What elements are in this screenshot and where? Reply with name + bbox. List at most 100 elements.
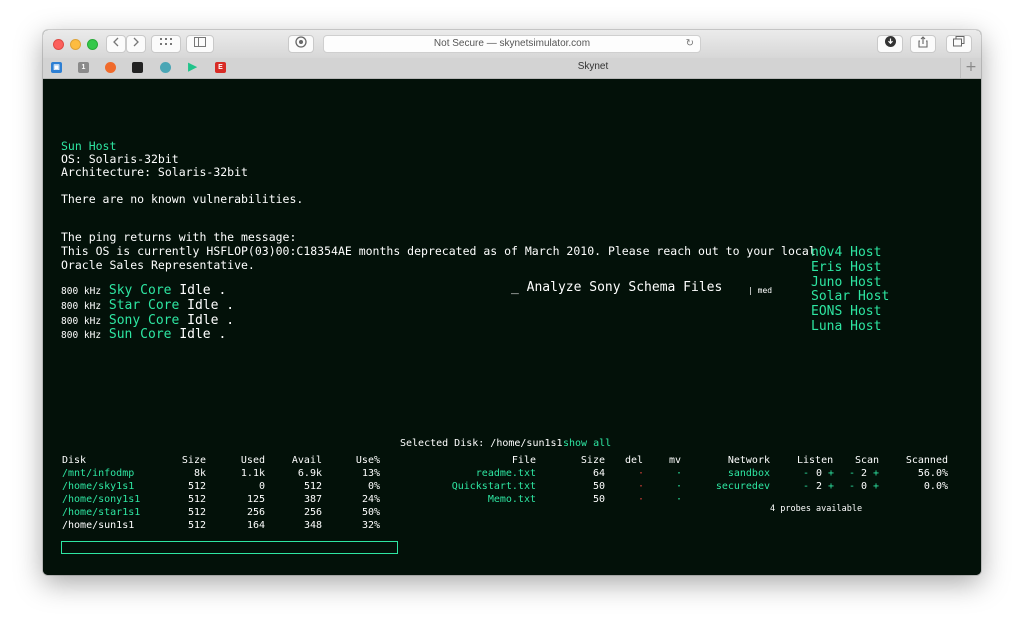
disk-header-size: Size xyxy=(181,455,206,466)
zoom-window-button[interactable] xyxy=(87,39,98,50)
core-frequency: 800 kHz xyxy=(61,330,102,341)
disk-usepct: 50% xyxy=(361,507,380,518)
tab-bar: ▣ 1 ▶ E Skynet + xyxy=(43,58,981,79)
network-header-scan: Scan xyxy=(855,455,880,466)
address-bar[interactable]: Not Secure — skynetsimulator.com ↻ xyxy=(323,35,701,53)
trello-favicon-icon[interactable]: ▣ xyxy=(51,62,62,73)
e-favicon-icon[interactable]: E xyxy=(215,62,226,73)
core-name-sun[interactable]: Sun Core xyxy=(109,327,172,342)
browser-window: Not Secure — skynetsimulator.com ↻ ▣ 1 ▶… xyxy=(43,30,981,575)
back-button[interactable] xyxy=(106,35,126,53)
sidebar-icon xyxy=(194,37,206,47)
core-name-sony[interactable]: Sony Core xyxy=(109,313,179,328)
password-button[interactable] xyxy=(288,35,314,53)
disk-avail: 387 xyxy=(303,494,322,505)
disk-usepct: 24% xyxy=(361,494,380,505)
sidebar-button[interactable] xyxy=(186,35,214,53)
disk-header-used: Used xyxy=(240,455,265,466)
disk-path[interactable]: /home/sky1s1 xyxy=(62,481,134,492)
tab-skynet[interactable]: Skynet xyxy=(243,61,943,72)
network-header-network: Network xyxy=(727,455,770,466)
forward-button[interactable] xyxy=(126,35,146,53)
host-link-juno[interactable]: Juno Host xyxy=(811,275,881,290)
orange-favicon-icon[interactable] xyxy=(105,62,116,73)
terminal-screen: Sun Host OS: Solaris-32bit Architecture:… xyxy=(43,79,981,575)
disk-path[interactable]: /mnt/infodmp xyxy=(62,468,134,479)
disk-avail: 6.9k xyxy=(297,468,322,479)
close-window-button[interactable] xyxy=(53,39,64,50)
disk-path[interactable]: /home/star1s1 xyxy=(62,507,140,518)
probes-available: 4 probes available xyxy=(770,504,863,514)
downloads-button[interactable] xyxy=(877,35,903,53)
listen-increase-button[interactable]: + xyxy=(828,468,834,479)
disk-avail: 256 xyxy=(303,507,322,518)
show-all-link[interactable]: show all xyxy=(563,438,611,449)
tabs-overview-button[interactable] xyxy=(946,35,972,53)
minimize-window-button[interactable] xyxy=(70,39,81,50)
core-status: Idle . xyxy=(179,327,227,342)
listen-increase-button[interactable]: + xyxy=(828,481,834,492)
ping-line-3: Oracle Sales Representative. xyxy=(61,258,255,272)
disk-header-avail: Avail xyxy=(291,455,322,466)
top-sites-button[interactable] xyxy=(151,35,181,53)
core-status: Idle . xyxy=(179,283,227,298)
scan-increase-button[interactable]: + xyxy=(873,468,879,479)
new-tab-button[interactable]: + xyxy=(960,58,981,78)
move-file-button[interactable]: · xyxy=(676,468,682,479)
grid-icon xyxy=(160,38,172,45)
reload-icon[interactable]: ↻ xyxy=(686,36,694,52)
core-name-sky[interactable]: Sky Core xyxy=(109,283,172,298)
host-link-n0v4[interactable]: n0v4 Host xyxy=(811,245,881,260)
disk-usepct: 32% xyxy=(361,520,380,531)
disk-size: 8k xyxy=(193,468,206,479)
host-link-eons[interactable]: EONS Host xyxy=(811,304,881,319)
disk-path[interactable]: /home/sun1s1 xyxy=(62,520,134,531)
scan-decrease-button[interactable]: - xyxy=(849,481,855,492)
avatar-favicon-icon[interactable] xyxy=(132,62,143,73)
file-header-size: Size xyxy=(580,455,605,466)
ping-line-2: This OS is currently HSFLOP(03)00:C18354… xyxy=(61,244,816,258)
move-file-button[interactable]: · xyxy=(676,494,682,505)
host-link-eris[interactable]: Eris Host xyxy=(811,260,881,275)
host-link-luna[interactable]: Luna Host xyxy=(811,319,881,334)
play-favicon-icon[interactable]: ▶ xyxy=(187,62,198,73)
file-name[interactable]: readme.txt xyxy=(476,468,536,479)
url-text: Not Secure — skynetsimulator.com xyxy=(433,38,591,49)
host-link-solar[interactable]: Solar Host xyxy=(811,289,889,304)
delete-file-button[interactable]: · xyxy=(638,468,644,479)
file-size: 64 xyxy=(592,468,605,479)
share-icon xyxy=(918,36,928,48)
teal-favicon-icon[interactable] xyxy=(160,62,171,73)
chevron-right-icon xyxy=(133,37,139,47)
scan-decrease-button[interactable]: - xyxy=(849,468,855,479)
disk-used: 125 xyxy=(246,494,265,505)
network-name[interactable]: securedev xyxy=(716,481,770,492)
scan-increase-button[interactable]: + xyxy=(873,481,879,492)
vulnerability-text: There are no known vulnerabilities. xyxy=(61,192,304,206)
selected-disk-row[interactable] xyxy=(61,541,398,554)
listen-decrease-button[interactable]: - xyxy=(803,481,809,492)
tabs-icon xyxy=(953,36,965,47)
file-name[interactable]: Quickstart.txt xyxy=(452,481,536,492)
network-name[interactable]: sandbox xyxy=(728,468,770,479)
file-name[interactable]: Memo.txt xyxy=(488,494,536,505)
disk-used: 164 xyxy=(246,520,265,531)
host-name: Sun Host xyxy=(61,139,117,153)
disk-header-usepct: Use% xyxy=(355,455,380,466)
core-name-star[interactable]: Star Core xyxy=(109,298,179,313)
onepassword-favicon-icon[interactable]: 1 xyxy=(78,62,89,73)
chevron-left-icon xyxy=(113,37,119,47)
listen-decrease-button[interactable]: - xyxy=(803,468,809,479)
listen-value: 2 xyxy=(816,481,823,492)
disk-avail: 512 xyxy=(303,481,322,492)
scanned-pct: 56.0% xyxy=(917,468,948,479)
delete-file-button[interactable]: · xyxy=(638,481,644,492)
share-button[interactable] xyxy=(910,35,936,53)
move-file-button[interactable]: · xyxy=(676,481,682,492)
core-status: Idle . xyxy=(187,313,235,328)
disk-path[interactable]: /home/sony1s1 xyxy=(62,494,140,505)
network-header-listen: Listen xyxy=(797,455,834,466)
delete-file-button[interactable]: · xyxy=(638,494,644,505)
core-status: Idle . xyxy=(187,298,235,313)
task-label[interactable]: _ Analyze Sony Schema Files xyxy=(511,280,722,295)
